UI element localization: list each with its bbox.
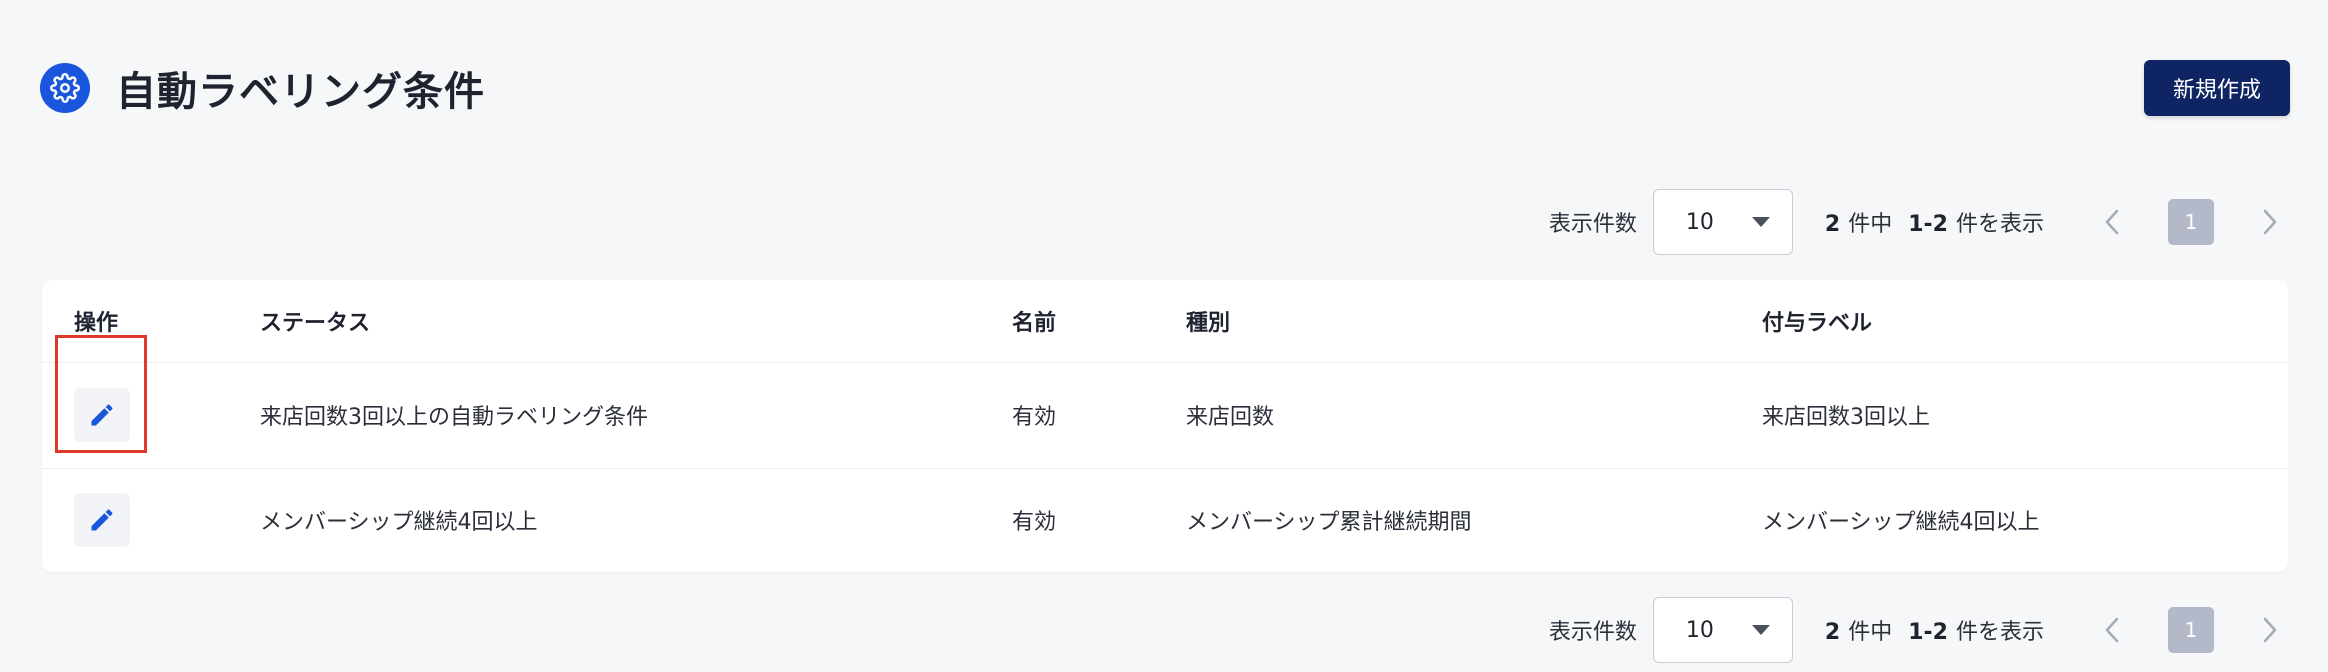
table-row: メンバーシップ継続4回以上 有効 メンバーシップ累計継続期間 メンバーシップ継続… <box>42 468 2288 572</box>
per-page-value: 10 <box>1685 617 1714 643</box>
row-type-cell: メンバーシップ累計継続期間 <box>1186 510 1472 535</box>
range-value: 1-2 <box>1908 620 1948 645</box>
column-header-type: 種別 <box>1186 311 1231 336</box>
next-page-button[interactable] <box>2250 610 2290 650</box>
per-page-label: 表示件数 <box>1548 620 1637 645</box>
edit-button[interactable] <box>74 388 130 442</box>
result-summary: 2 件中 1-2 件を表示 <box>1825 614 2044 646</box>
prev-page-button[interactable] <box>2092 202 2132 242</box>
range-suffix: 件を表示 <box>1955 212 2044 237</box>
prev-page-button[interactable] <box>2092 610 2132 650</box>
page-number-current[interactable]: 1 <box>2168 607 2214 653</box>
page-number-current[interactable]: 1 <box>2168 199 2214 245</box>
pencil-icon <box>91 509 113 531</box>
gear-icon <box>40 63 90 113</box>
per-page-value: 10 <box>1685 209 1714 235</box>
column-header-status: ステータス <box>260 311 371 336</box>
row-status-cell: 来店回数3回以上の自動ラベリング条件 <box>260 405 648 430</box>
row-label-cell: メンバーシップ継続4回以上 <box>1762 510 2040 535</box>
row-type-cell: 来店回数 <box>1186 405 1275 430</box>
column-header-name: 名前 <box>1012 311 1057 336</box>
table-row: 来店回数3回以上の自動ラベリング条件 有効 来店回数 来店回数3回以上 <box>42 362 2288 469</box>
chevron-right-icon <box>2263 209 2277 235</box>
caret-down-icon <box>1751 625 1770 635</box>
conditions-table: 操作 ステータス 名前 種別 付与ラベル 来店回数3回以上の自動ラベリング条件 … <box>42 280 2288 572</box>
page-title: 自動ラベリング条件 <box>116 69 485 115</box>
range-value: 1-2 <box>1908 212 1948 237</box>
column-header-actions: 操作 <box>74 311 119 336</box>
total-suffix: 件中 <box>1848 620 1893 645</box>
caret-down-icon <box>1751 217 1770 227</box>
row-name-cell: 有効 <box>1012 510 1057 535</box>
chevron-left-icon <box>2105 617 2119 643</box>
chevron-left-icon <box>2105 209 2119 235</box>
new-create-button[interactable]: 新規作成 <box>2144 60 2290 116</box>
column-header-label: 付与ラベル <box>1762 311 1873 336</box>
per-page-select[interactable]: 10 <box>1652 189 1793 255</box>
range-suffix: 件を表示 <box>1955 620 2044 645</box>
row-name-cell: 有効 <box>1012 405 1057 430</box>
table-header-row: 操作 ステータス 名前 種別 付与ラベル <box>42 280 2288 363</box>
next-page-button[interactable] <box>2250 202 2290 242</box>
total-suffix: 件中 <box>1848 212 1893 237</box>
page-header: 自動ラベリング条件 <box>40 56 485 120</box>
row-label-cell: 来店回数3回以上 <box>1762 405 1930 430</box>
result-summary: 2 件中 1-2 件を表示 <box>1825 206 2044 238</box>
row-status-cell: メンバーシップ継続4回以上 <box>260 510 538 535</box>
chevron-right-icon <box>2263 617 2277 643</box>
pagination-top: 表示件数 10 2 件中 1-2 件を表示 1 <box>1549 188 2290 256</box>
pencil-icon <box>91 404 113 426</box>
total-count: 2 <box>1824 620 1841 645</box>
per-page-label: 表示件数 <box>1548 212 1637 237</box>
per-page-select[interactable]: 10 <box>1652 597 1793 663</box>
total-count: 2 <box>1824 212 1841 237</box>
edit-button[interactable] <box>74 493 130 547</box>
pagination-bottom: 表示件数 10 2 件中 1-2 件を表示 1 <box>1549 596 2290 664</box>
